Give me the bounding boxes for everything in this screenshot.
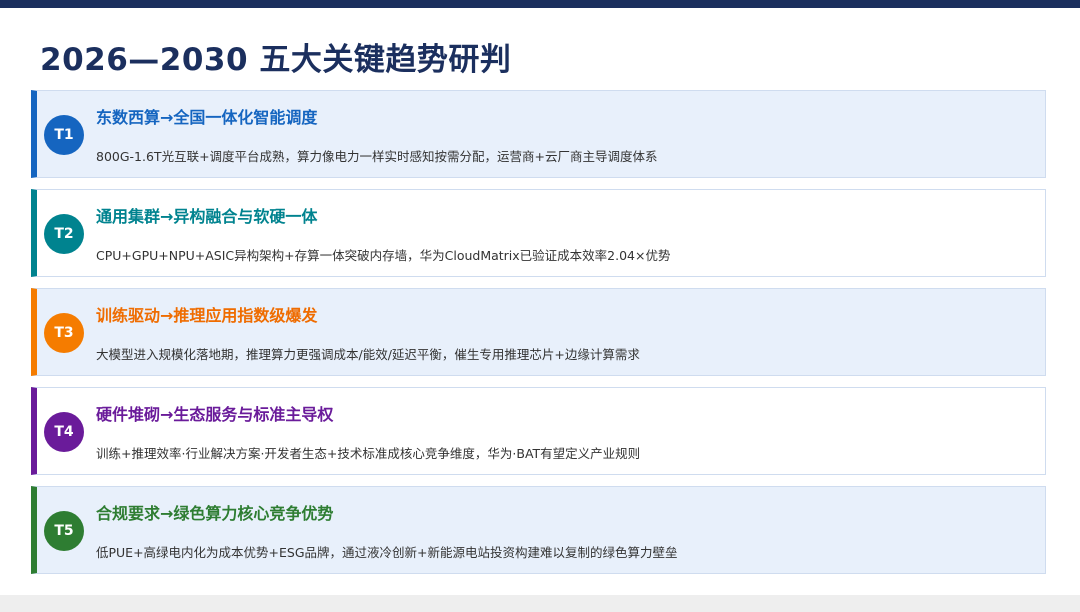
trend-title: 东数西算→全国一体化智能调度 — [96, 108, 318, 127]
trend-description: CPU+GPU+NPU+ASIC异构架构+存算一体突破内存墙，华为CloudMa… — [96, 248, 671, 263]
trend-title: 训练驱动→推理应用指数级爆发 — [96, 306, 318, 325]
trend-badge: T2 — [44, 214, 84, 254]
trend-card-t1: T1 东数西算→全国一体化智能调度 800G-1.6T光互联+调度平台成熟，算力… — [31, 90, 1046, 178]
slide: 2026—2030 五大关键趋势研判 T1 东数西算→全国一体化智能调度 800… — [0, 0, 1080, 595]
page-title: 2026—2030 五大关键趋势研判 — [40, 42, 512, 78]
trend-title: 硬件堆砌→生态服务与标准主导权 — [96, 405, 334, 424]
top-accent-bar — [0, 0, 1080, 8]
trend-badge: T4 — [44, 412, 84, 452]
trend-description: 低PUE+高绿电内化为成本优势+ESG品牌，通过液冷创新+新能源电站投资构建难以… — [96, 545, 678, 560]
trend-description: 训练+推理效率·行业解决方案·开发者生态+技术标准成核心竞争维度，华为·BAT有… — [96, 446, 641, 461]
trend-card-t4: T4 硬件堆砌→生态服务与标准主导权 训练+推理效率·行业解决方案·开发者生态+… — [31, 387, 1046, 475]
trend-description: 800G-1.6T光互联+调度平台成熟，算力像电力一样实时感知按需分配，运营商+… — [96, 149, 658, 164]
trend-badge: T3 — [44, 313, 84, 353]
trend-card-t5: T5 合规要求→绿色算力核心竞争优势 低PUE+高绿电内化为成本优势+ESG品牌… — [31, 486, 1046, 574]
trend-badge: T5 — [44, 511, 84, 551]
trend-title: 合规要求→绿色算力核心竞争优势 — [96, 504, 334, 523]
trend-badge: T1 — [44, 115, 84, 155]
trend-card-t2: T2 通用集群→异构融合与软硬一体 CPU+GPU+NPU+ASIC异构架构+存… — [31, 189, 1046, 277]
trend-title: 通用集群→异构融合与软硬一体 — [96, 207, 318, 226]
trend-description: 大模型进入规模化落地期，推理算力更强调成本/能效/延迟平衡，催生专用推理芯片+边… — [96, 347, 640, 362]
trend-card-t3: T3 训练驱动→推理应用指数级爆发 大模型进入规模化落地期，推理算力更强调成本/… — [31, 288, 1046, 376]
